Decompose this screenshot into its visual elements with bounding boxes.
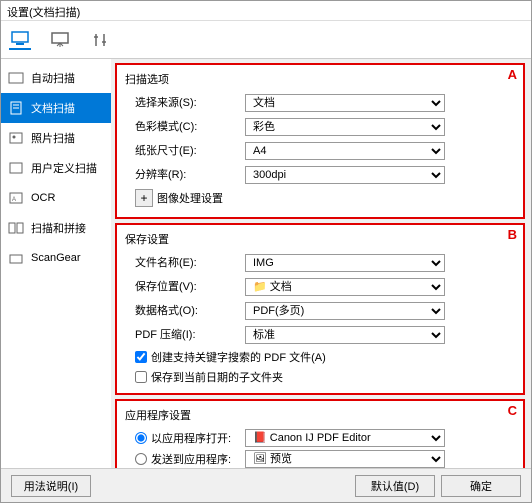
send-app-radio[interactable] [135,453,147,465]
sidebar-item-label: ScanGear [31,252,81,264]
defaults-button[interactable]: 默认值(D) [355,475,435,497]
sidebar-item-label: 文档扫描 [31,100,75,116]
sidebar-item-ocr[interactable]: A OCR [1,183,111,213]
window-title: 设置(文档扫描) [1,1,531,21]
format-label: 数据格式(O): [125,302,245,318]
sidebar-item-photo[interactable]: 照片扫描 [1,123,111,153]
sidebar-item-label: OCR [31,192,55,204]
image-proc-label: 图像处理设置 [157,190,223,206]
app-settings-heading: 应用程序设置 [125,407,515,423]
source-select[interactable]: 文档 [245,94,445,112]
top-toolbar [1,21,531,59]
date-subfolder-checkbox[interactable] [135,371,147,383]
svg-text:A: A [12,197,16,203]
sidebar-item-document[interactable]: 文档扫描 [1,93,111,123]
color-select[interactable]: 彩色 [245,118,445,136]
size-select[interactable]: A4 [245,142,445,160]
panel-marker-a: A [508,67,517,82]
color-label: 色彩模式(C): [125,118,245,134]
pdf-keyword-label: 创建支持关键字搜索的 PDF 文件(A) [151,349,326,365]
scangear-icon [7,250,25,266]
panel-marker-c: C [508,403,517,418]
format-select[interactable]: PDF(多页) [245,302,445,320]
sidebar-item-stitch[interactable]: 扫描和拼接 [1,213,111,243]
send-app-select[interactable]: 🖼 预览 [245,450,445,468]
document-scan-icon [7,100,25,116]
sidebar-item-scangear[interactable]: ScanGear [1,243,111,273]
ok-button[interactable]: 确定 [441,475,521,497]
source-label: 选择来源(S): [125,94,245,110]
pdf-keyword-checkbox[interactable] [135,351,147,363]
scan-options-heading: 扫描选项 [125,71,515,87]
open-app-select[interactable]: 📕 Canon IJ PDF Editor [245,429,445,447]
stitch-icon [7,220,25,236]
filename-label: 文件名称(E): [125,254,245,270]
sidebar-item-label: 扫描和拼接 [31,220,86,236]
resolution-label: 分辨率(R): [125,166,245,182]
size-label: 纸张尺寸(E): [125,142,245,158]
auto-scan-icon [7,70,25,86]
sidebar-item-label: 用户定义扫描 [31,160,97,176]
custom-scan-icon [7,160,25,176]
footer-bar: 用法说明(I) 默认值(D) 确定 [1,468,531,502]
sidebar-item-label: 照片扫描 [31,130,75,146]
pdf-compress-label: PDF 压缩(I): [125,326,245,342]
sidebar-item-auto[interactable]: 自动扫描 [1,63,111,93]
ocr-icon: A [7,190,25,206]
sidebar: 自动扫描 文档扫描 照片扫描 用户定义扫描 A OCR 扫描和拼接 [1,59,111,468]
app-settings-panel: C 应用程序设置 以应用程序打开: 📕 Canon IJ PDF Editor … [115,399,525,468]
tab-settings-icon[interactable] [89,30,111,50]
sidebar-item-label: 自动扫描 [31,70,75,86]
sidebar-item-custom[interactable]: 用户定义扫描 [1,153,111,183]
open-app-radio[interactable] [135,432,147,444]
save-settings-heading: 保存设置 [125,231,515,247]
pdf-compress-select[interactable]: 标准 [245,326,445,344]
send-app-label: 发送到应用程序: [151,451,231,467]
save-settings-panel: B 保存设置 文件名称(E): IMG 保存位置(V): 📁 文档 数据格式(O… [115,223,525,395]
photo-scan-icon [7,130,25,146]
panel-marker-b: B [508,227,517,242]
tab-scan-from-pc-icon[interactable] [9,30,31,50]
filename-select[interactable]: IMG [245,254,445,272]
expand-image-proc-button[interactable]: + [135,189,153,207]
date-subfolder-label: 保存到当前日期的子文件夹 [151,369,283,385]
open-app-label: 以应用程序打开: [151,430,231,446]
tab-scan-from-panel-icon[interactable] [49,30,71,50]
location-select[interactable]: 📁 文档 [245,278,445,296]
location-label: 保存位置(V): [125,278,245,294]
scan-options-panel: A 扫描选项 选择来源(S): 文档 色彩模式(C): 彩色 纸张尺寸(E): … [115,63,525,219]
help-button[interactable]: 用法说明(I) [11,475,91,497]
resolution-select[interactable]: 300dpi [245,166,445,184]
